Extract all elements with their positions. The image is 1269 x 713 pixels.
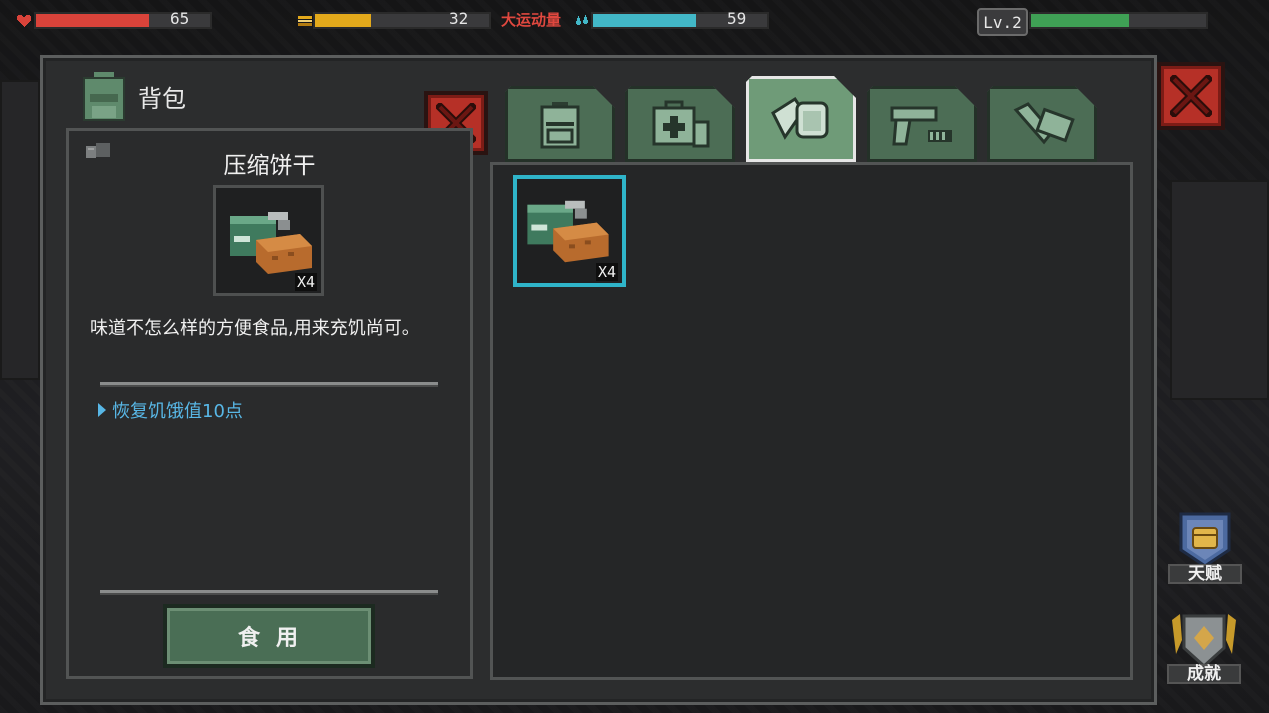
thirst-value: 59: [727, 9, 747, 28]
item-quantity: X4: [294, 273, 317, 291]
achievement-label: 成就: [1167, 664, 1241, 684]
background-wall: [1170, 180, 1269, 400]
item-effect: 恢复饥饿值10点: [98, 397, 243, 423]
wrench-icon: [1006, 96, 1078, 152]
achievement-button[interactable]: 成就: [1166, 610, 1242, 684]
divider: [100, 382, 438, 387]
tab-weapons[interactable]: [867, 86, 977, 162]
tab-food[interactable]: [746, 76, 856, 162]
talent-label: 天赋: [1168, 564, 1242, 584]
talent-button[interactable]: 天赋: [1167, 510, 1243, 584]
arrow-right-icon: [98, 403, 106, 417]
exercise-status-label: 大运动量: [501, 11, 562, 29]
eat-button[interactable]: 食用: [163, 604, 375, 668]
close-inventory-button[interactable]: [1157, 62, 1225, 130]
fist-icon: [1179, 512, 1231, 568]
panel-title: 背包: [138, 84, 186, 113]
medkit-icon: [644, 96, 716, 152]
gun-icon: [886, 96, 958, 152]
item-description: 味道不怎么样的方便食品,用来充饥尚可。: [90, 318, 420, 339]
effect-text: 恢复饥饿值10点: [112, 401, 243, 422]
health-value: 65: [170, 9, 190, 28]
hunger-value: 32: [449, 9, 469, 28]
heart-icon: [17, 15, 31, 27]
water-drop-icon: [576, 15, 588, 25]
tab-backpack[interactable]: [505, 86, 615, 162]
divider: [100, 590, 438, 595]
tab-medical[interactable]: [625, 86, 735, 162]
food-icon: [765, 91, 837, 147]
level-badge: Lv.2: [977, 8, 1028, 36]
item-preview-slot: X4: [213, 185, 324, 296]
item-name: 压缩饼干: [223, 153, 316, 179]
panel-header: 背包: [78, 70, 186, 122]
slot-quantity: X4: [595, 263, 618, 281]
experience-bar: [1029, 12, 1208, 29]
food-icon: [298, 16, 312, 26]
tab-tools[interactable]: [987, 86, 1097, 162]
backpack-icon: [524, 96, 596, 152]
background-wall: [0, 80, 40, 380]
close-icon: [1170, 75, 1212, 117]
achievement-shield-icon: [1172, 614, 1236, 669]
backpack-icon: [83, 72, 125, 121]
inventory-slot-selected[interactable]: X4: [513, 175, 626, 287]
